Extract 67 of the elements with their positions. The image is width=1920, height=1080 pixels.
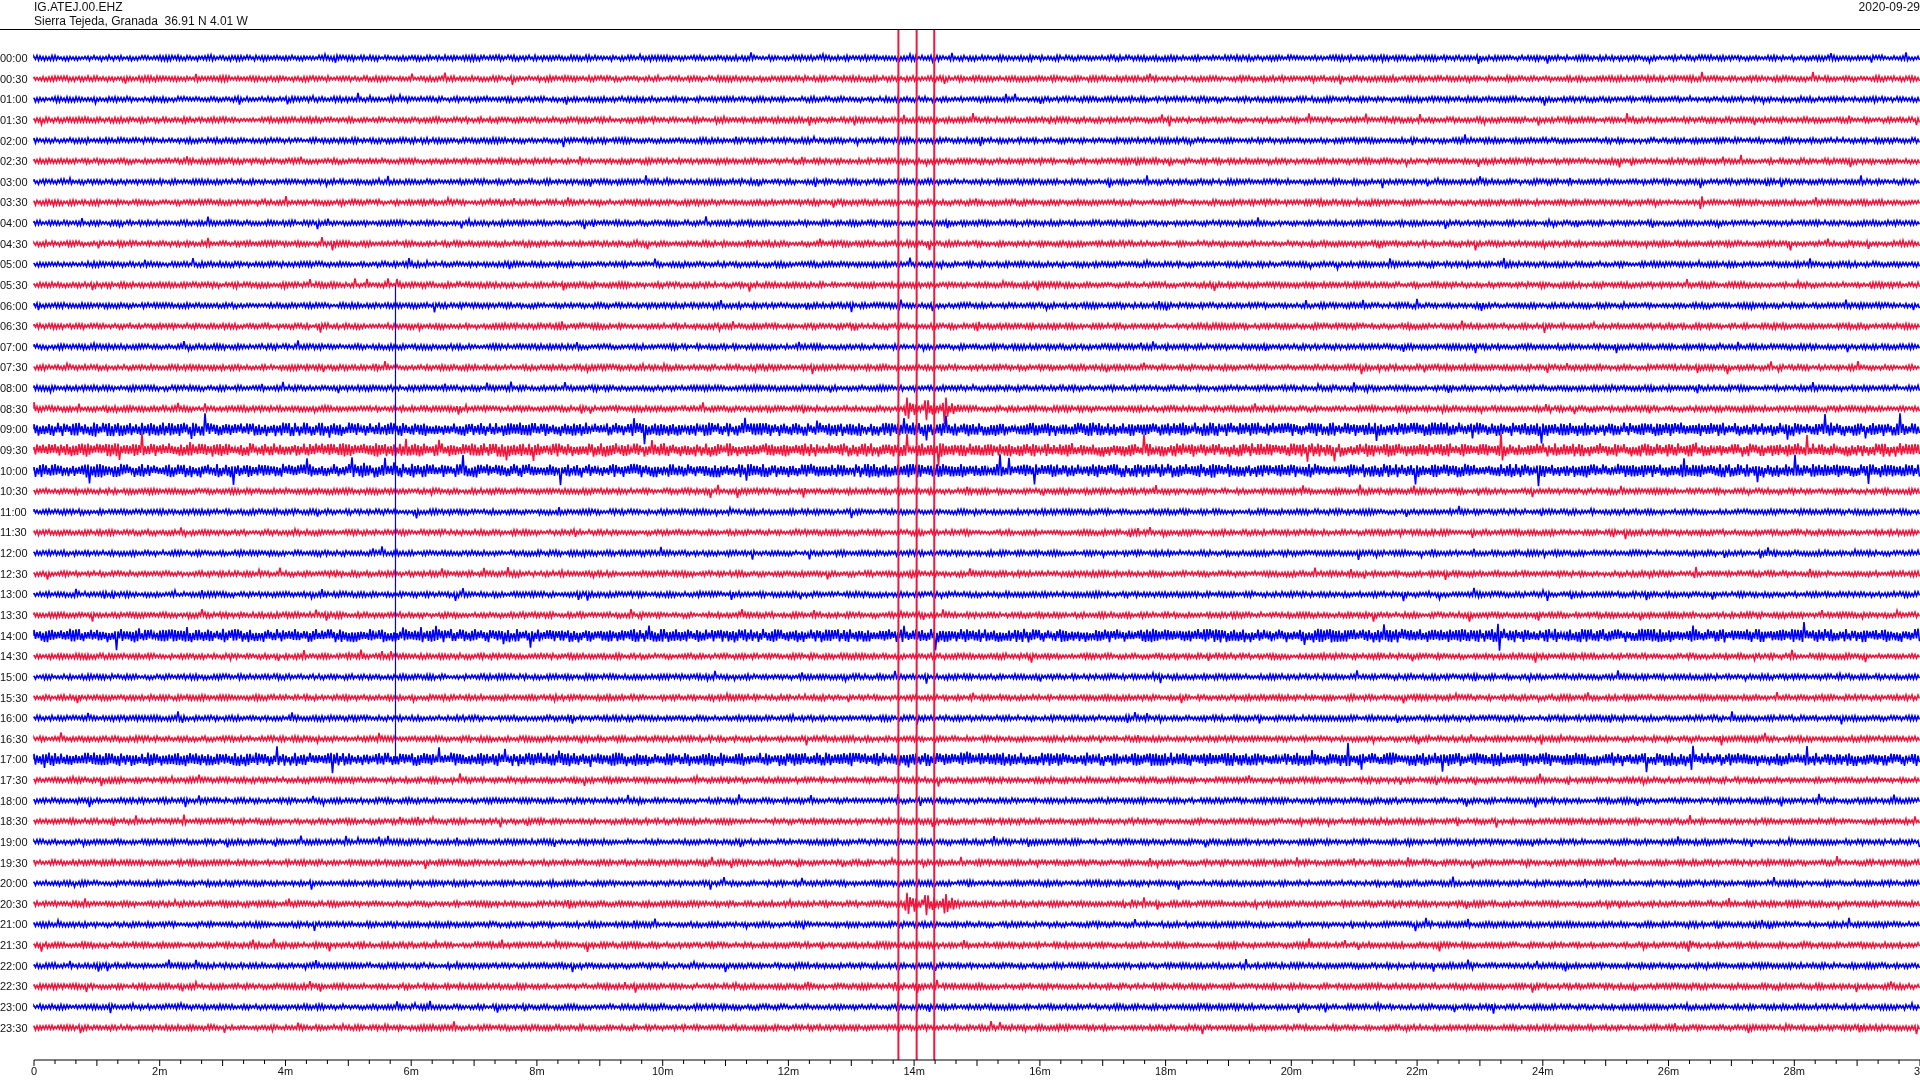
- time-label: 07:00: [0, 340, 28, 353]
- time-label: 01:00: [0, 93, 28, 106]
- time-label: 13:00: [0, 588, 28, 601]
- time-label: 05:00: [0, 258, 28, 271]
- time-label: 22:00: [0, 959, 28, 972]
- time-label: 09:00: [0, 423, 28, 436]
- time-label: 01:30: [0, 113, 28, 126]
- time-label: 02:00: [0, 134, 28, 147]
- time-label: 00:00: [0, 52, 28, 64]
- time-label: 11:30: [0, 526, 27, 539]
- axis-label: 3: [1913, 1065, 1920, 1077]
- axis-label: 18m: [1154, 1065, 1177, 1077]
- time-label: 21:00: [0, 918, 28, 931]
- time-label: 19:30: [0, 856, 28, 869]
- time-label: 16:30: [0, 732, 28, 745]
- axis-label: 6m: [403, 1065, 419, 1077]
- axis-label: 28m: [1783, 1065, 1805, 1077]
- date-label: 2020-09-29: [1858, 0, 1920, 14]
- axis-label: 12m: [777, 1065, 800, 1077]
- time-label: 03:00: [0, 175, 28, 188]
- time-label: 13:30: [0, 609, 28, 621]
- time-label: 04:00: [0, 217, 28, 230]
- time-label: 18:00: [0, 794, 28, 807]
- time-label: 08:00: [0, 382, 28, 395]
- time-label: 16:00: [0, 712, 28, 725]
- axis-label: 16m: [1029, 1065, 1051, 1077]
- time-label: 14:30: [0, 650, 28, 663]
- time-label: 12:00: [0, 547, 28, 560]
- axis-label: 2m: [152, 1065, 168, 1077]
- time-label: 20:30: [0, 897, 28, 910]
- time-label: 12:30: [0, 567, 28, 580]
- time-label: 14:00: [0, 629, 28, 642]
- time-label: 17:30: [0, 774, 28, 787]
- time-label: 18:30: [0, 815, 28, 828]
- time-label: 21:30: [0, 939, 28, 952]
- axis-label: 24m: [1532, 1065, 1554, 1077]
- time-label: 00:30: [0, 72, 28, 85]
- axis-label: 22m: [1406, 1065, 1428, 1077]
- time-label: 03:30: [0, 196, 28, 209]
- time-label: 22:30: [0, 980, 28, 993]
- time-label: 06:00: [0, 299, 28, 312]
- time-label: 15:00: [0, 670, 28, 683]
- axis-label: 8m: [529, 1065, 545, 1077]
- time-label: 02:30: [0, 155, 28, 168]
- time-label: 11:00: [0, 505, 27, 518]
- axis-label: 26m: [1657, 1065, 1680, 1077]
- time-label: 23:00: [0, 1001, 28, 1013]
- axis-label: 14m: [903, 1065, 925, 1077]
- time-label: 10:30: [0, 485, 28, 498]
- time-label: 04:30: [0, 237, 28, 250]
- station-location: Sierra Tejeda, Granada 36.91 N 4.01 W: [34, 14, 248, 28]
- time-label: 23:30: [0, 1021, 28, 1034]
- time-label: 09:30: [0, 443, 28, 456]
- time-label: 08:30: [0, 402, 28, 415]
- time-label: 19:00: [0, 835, 28, 848]
- station-code: IG.ATEJ.00.EHZ: [34, 0, 123, 14]
- time-label: 15:30: [0, 691, 28, 704]
- time-label: 06:30: [0, 320, 28, 333]
- time-label: 07:30: [0, 361, 28, 374]
- time-label: 05:30: [0, 278, 28, 291]
- axis-label: 0: [31, 1065, 38, 1077]
- axis-label: 4m: [277, 1065, 294, 1077]
- time-label: 17:00: [0, 753, 28, 766]
- time-label: 10:00: [0, 464, 28, 477]
- time-label: 20:00: [0, 877, 28, 890]
- axis-label: 10m: [651, 1065, 674, 1077]
- axis-label: 20m: [1280, 1065, 1303, 1077]
